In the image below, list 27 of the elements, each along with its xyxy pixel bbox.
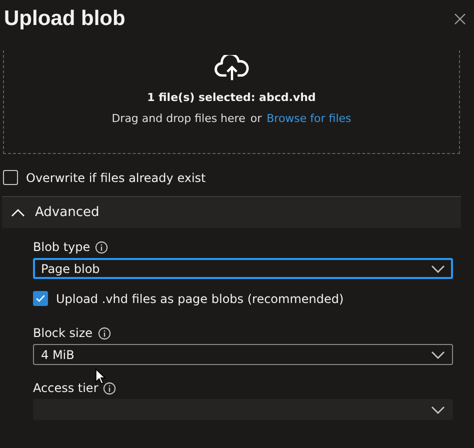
selected-files-text: 1 file(s) selected: abcd.vhd <box>147 91 316 104</box>
chevron-down-icon <box>431 264 445 272</box>
field-label: Block size <box>33 326 93 340</box>
chevron-down-icon <box>431 406 445 414</box>
browse-link[interactable]: Browse for files <box>266 112 352 125</box>
dropdown[interactable]: Page blob <box>33 258 453 279</box>
close-icon[interactable] <box>454 13 466 25</box>
panel-title: Upload blob <box>4 7 126 31</box>
chevron-down-icon <box>431 350 445 358</box>
cloud-upload-icon <box>212 55 250 81</box>
info-icon[interactable] <box>95 240 108 254</box>
overwrite-checkbox[interactable] <box>3 170 18 185</box>
drop-zone[interactable]: 1 file(s) selected: abcd.vhd Drag and drop files here or Browse for files <box>3 50 460 154</box>
overwrite-label: Overwrite if files already exist <box>26 170 206 184</box>
chevron-icon <box>11 208 25 216</box>
checkbox[interactable] <box>33 291 48 306</box>
info-icon[interactable] <box>98 326 111 340</box>
field-label: Blob type <box>33 240 90 254</box>
advanced-label: Advanced <box>35 205 100 220</box>
check-icon <box>36 295 45 302</box>
field-label: Access tier <box>33 381 98 395</box>
dropdown[interactable]: 4 MiB <box>33 344 453 365</box>
or-text: or <box>250 112 262 125</box>
checkbox-label: Upload .vhd files as page blobs (recommended) <box>56 292 344 306</box>
info-icon[interactable] <box>103 382 116 394</box>
drop-hint: Drag and drop files here <box>112 112 246 125</box>
advanced-header[interactable]: Advanced <box>2 196 461 228</box>
